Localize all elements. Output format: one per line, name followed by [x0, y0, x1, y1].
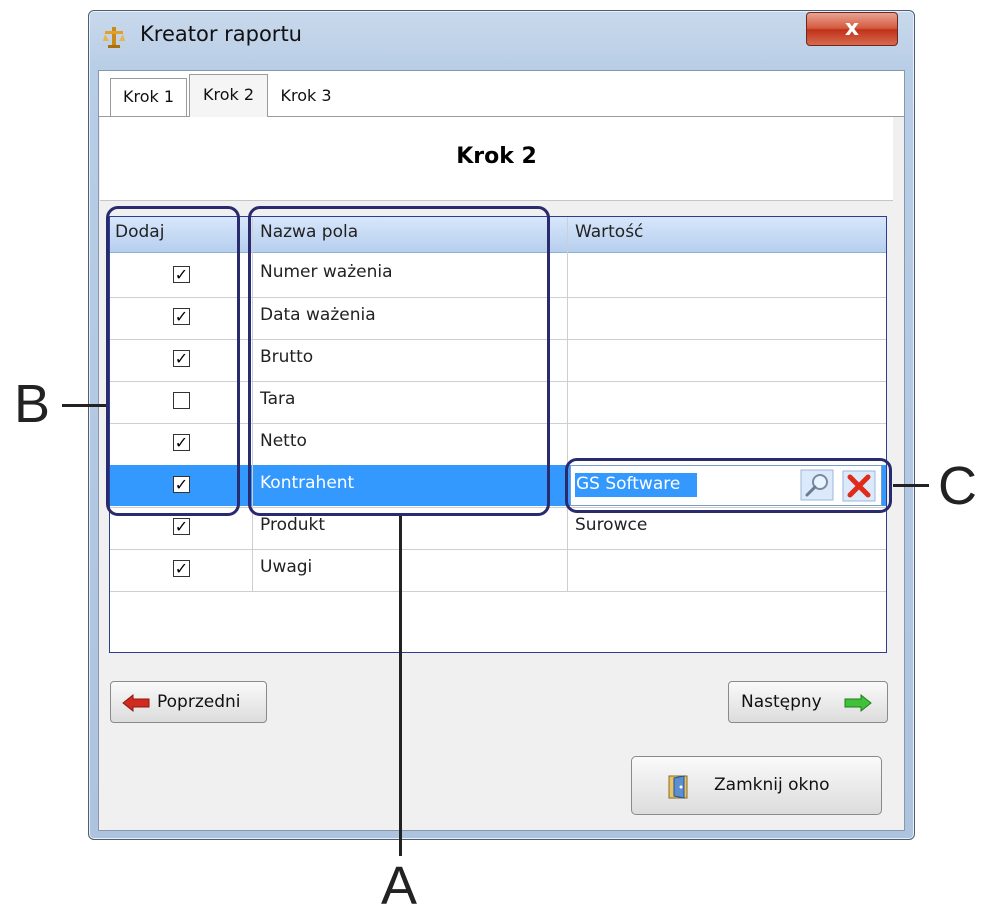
callout-leader-a — [399, 516, 402, 856]
arrow-left-icon — [122, 693, 150, 713]
callout-box-a — [248, 206, 550, 516]
app-scale-icon — [103, 27, 125, 48]
arrow-right-icon — [844, 693, 872, 713]
exit-door-icon — [668, 775, 688, 799]
callout-leader-c — [893, 484, 929, 487]
callout-box-b — [106, 206, 240, 516]
callout-box-c — [565, 458, 892, 513]
grid-row-divider — [110, 549, 886, 550]
grid-row-divider — [110, 591, 886, 592]
previous-button[interactable]: Poprzedni — [110, 681, 267, 723]
tab-krok-2[interactable]: Krok 2 — [189, 74, 268, 117]
column-header-wartosc[interactable]: Wartość — [575, 222, 643, 242]
next-button-label: Następny — [741, 692, 822, 712]
previous-button-label: Poprzedni — [157, 692, 241, 712]
window-title: Kreator raportu — [140, 22, 302, 46]
field-value[interactable]: Surowce — [575, 515, 647, 535]
callout-label-b: B — [14, 374, 51, 434]
next-button[interactable]: Następny — [728, 681, 888, 723]
grid-column-divider — [567, 217, 568, 591]
close-icon: x — [844, 16, 860, 41]
close-dialog-button-label: Zamknij okno — [714, 775, 830, 795]
field-name: Uwagi — [260, 557, 313, 577]
close-dialog-button[interactable]: Zamknij okno — [631, 756, 882, 815]
page-title: Krok 2 — [456, 144, 537, 169]
row-checkbox[interactable]: ✓ — [173, 518, 190, 535]
tab-krok-1[interactable]: Krok 1 — [110, 78, 187, 117]
callout-leader-b — [62, 404, 106, 407]
row-checkbox[interactable]: ✓ — [173, 560, 190, 577]
field-name: Produkt — [260, 515, 326, 535]
close-window-button[interactable]: x — [806, 12, 898, 46]
callout-label-c: C — [938, 456, 977, 516]
tab-krok-3[interactable]: Krok 3 — [270, 78, 342, 117]
callout-label-a: A — [381, 856, 418, 916]
